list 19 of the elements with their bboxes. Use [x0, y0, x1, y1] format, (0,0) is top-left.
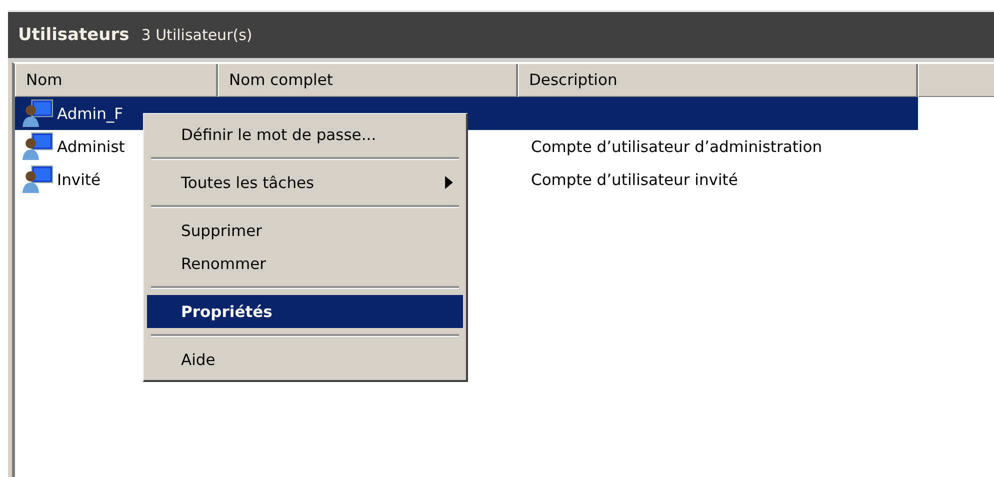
menu-item[interactable]: Renommer — [147, 247, 463, 280]
panel-title: Utilisateurs — [18, 25, 130, 45]
user-count: 3 Utilisateur(s) — [141, 26, 252, 44]
user-name[interactable]: Invité — [57, 170, 100, 188]
user-name[interactable]: Admin_F — [57, 104, 124, 122]
menu-item[interactable]: Toutes les tâches — [147, 166, 463, 199]
user-computer-icon — [21, 132, 55, 161]
menu-item[interactable]: Supprimer — [147, 214, 463, 247]
column-header[interactable]: Description — [518, 64, 918, 97]
user-description: Compte d’utilisateur invité — [531, 170, 738, 188]
menu-item[interactable]: Aide — [147, 343, 463, 376]
user-computer-icon — [21, 165, 55, 194]
user-name[interactable]: Administ — [57, 138, 125, 156]
column-header[interactable]: Nom complet — [218, 64, 518, 97]
menu-item[interactable]: Propriétés — [147, 295, 463, 328]
user-computer-icon — [21, 99, 55, 128]
user-description: Compte d’utilisateur d’administration — [531, 138, 822, 156]
menu-item[interactable]: Définir le mot de passe... — [147, 118, 463, 151]
column-header[interactable]: Nom — [15, 64, 218, 97]
